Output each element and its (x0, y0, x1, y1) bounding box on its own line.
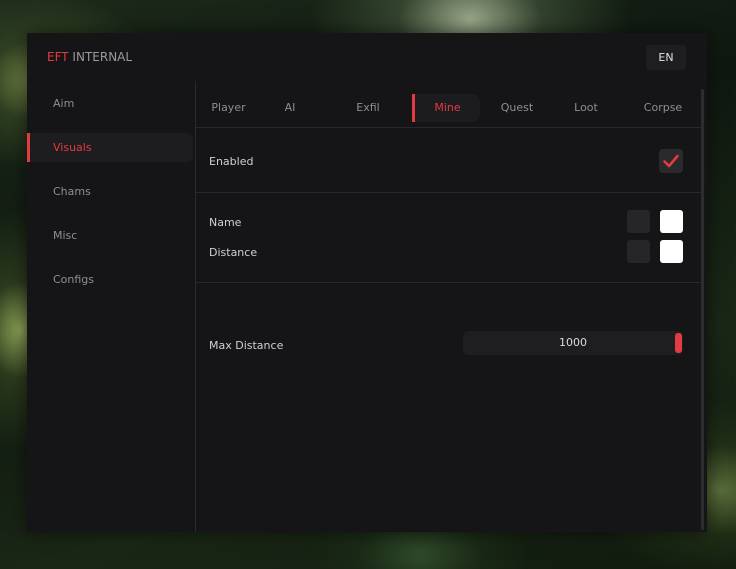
tab-mine[interactable]: Mine (412, 94, 480, 122)
sidebar-item-aim[interactable]: Aim (27, 89, 193, 118)
sidebar-item-misc[interactable]: Misc (27, 221, 193, 250)
brand-logo: EFT INTERNAL (47, 50, 132, 64)
distance-color-primary-swatch[interactable] (627, 240, 650, 263)
tab-bar: Player AI Exfil Mine Quest Loot Corpse (196, 81, 701, 128)
content-panel: Player AI Exfil Mine Quest Loot Corpse E… (196, 81, 707, 532)
esp-colors-section: Name Distance (196, 193, 701, 283)
tab-quest[interactable]: Quest (496, 94, 538, 122)
check-icon (663, 154, 679, 168)
sidebar-item-configs[interactable]: Configs (27, 265, 193, 294)
enabled-checkbox[interactable] (659, 149, 683, 173)
sidebar-item-chams[interactable]: Chams (27, 177, 193, 206)
max-distance-label: Max Distance (209, 339, 284, 352)
max-distance-value: 1000 (559, 336, 587, 349)
content-scrollbar[interactable] (701, 89, 704, 530)
distance-color-secondary-swatch[interactable] (660, 240, 683, 263)
name-color-secondary-swatch[interactable] (660, 210, 683, 233)
title-bar: EFT INTERNAL EN (27, 33, 707, 81)
sidebar-item-visuals[interactable]: Visuals (27, 133, 193, 162)
max-distance-slider[interactable]: 1000 (463, 331, 683, 355)
sidebar: Aim Visuals Chams Misc Configs (27, 81, 196, 532)
distance-label: Distance (209, 246, 258, 259)
brand-accent-text: EFT (47, 50, 69, 64)
tab-ai[interactable]: AI (276, 94, 304, 122)
name-color-primary-swatch[interactable] (627, 210, 650, 233)
tab-loot[interactable]: Loot (568, 94, 604, 122)
name-label: Name (209, 216, 242, 229)
tab-exfil[interactable]: Exfil (348, 94, 388, 122)
slider-handle[interactable] (675, 333, 682, 353)
enabled-section: Enabled (196, 127, 701, 193)
tab-player[interactable]: Player (206, 94, 251, 122)
language-button[interactable]: EN (646, 45, 686, 70)
enabled-label: Enabled (209, 155, 254, 168)
cheat-menu-window: EFT INTERNAL EN Aim Visuals Chams Misc C… (27, 33, 707, 532)
tab-corpse[interactable]: Corpse (638, 94, 688, 122)
brand-rest-text: INTERNAL (68, 50, 133, 64)
